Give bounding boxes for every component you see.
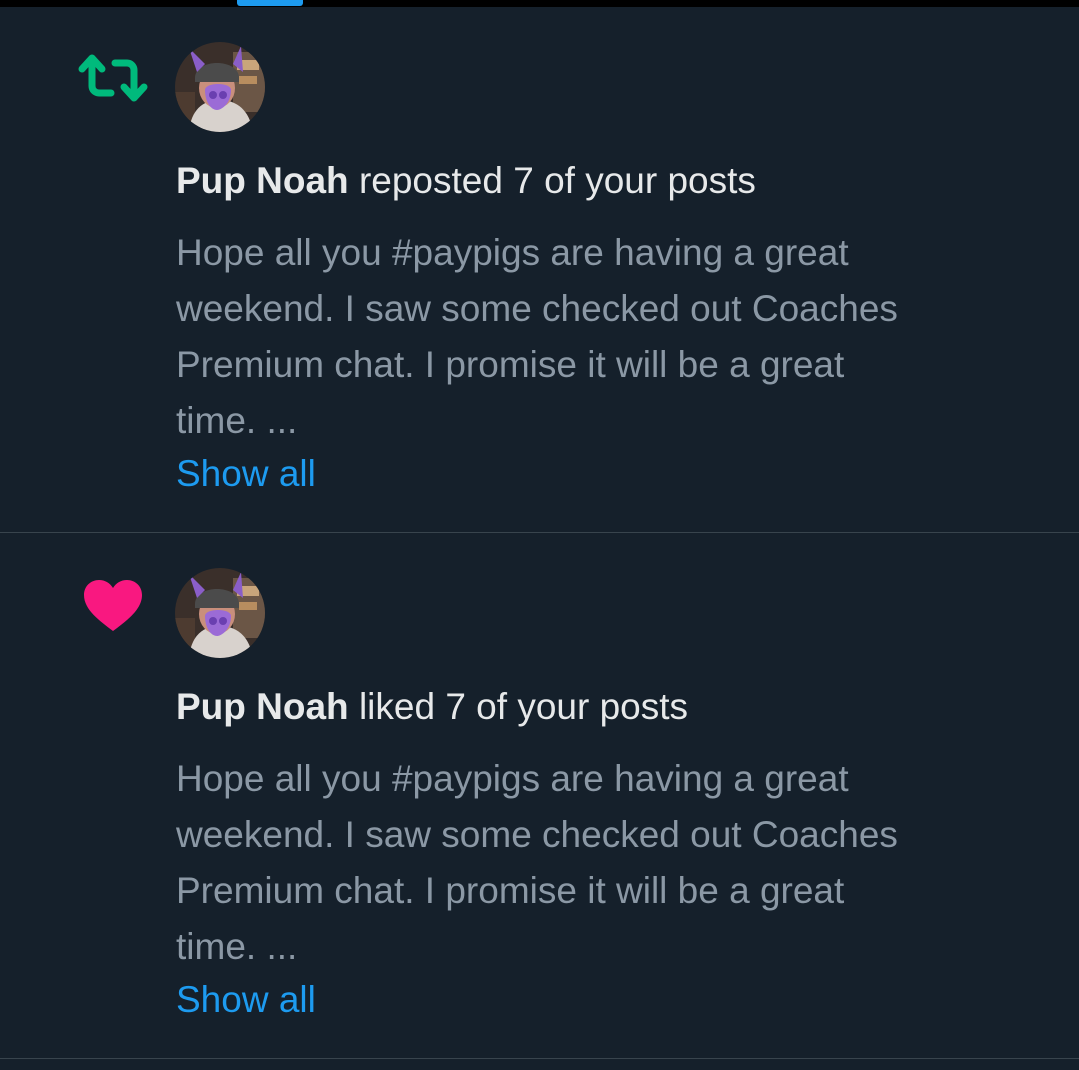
actor-name[interactable]: Pup Noah	[176, 160, 349, 201]
actor-name[interactable]: Pup Noah	[176, 686, 349, 727]
avatar[interactable]	[175, 568, 265, 658]
post-excerpt: Hope all you #paypigs are having a great…	[176, 225, 1036, 449]
notification-headline: Pup Noah liked 7 of your posts	[176, 685, 688, 729]
post-excerpt: Hope all you #paypigs are having a great…	[176, 751, 1036, 975]
excerpt-line: weekend. I saw some checked out Coaches	[176, 288, 898, 329]
repost-icon	[78, 49, 150, 109]
excerpt-line: time. ...	[176, 926, 298, 967]
active-tab-indicator	[237, 0, 303, 6]
show-all-link[interactable]: Show all	[176, 975, 316, 1025]
notification-action: liked 7 of your posts	[358, 686, 689, 727]
show-all-link[interactable]: Show all	[176, 449, 316, 499]
excerpt-line: time. ...	[176, 400, 298, 441]
notification-headline: Pup Noah reposted 7 of your posts	[176, 159, 756, 203]
excerpt-line: Hope all you #paypigs are having a great	[176, 758, 849, 799]
excerpt-line: weekend. I saw some checked out Coaches	[176, 814, 898, 855]
excerpt-line: Premium chat. I promise it will be a gre…	[176, 870, 845, 911]
excerpt-line: Premium chat. I promise it will be a gre…	[176, 344, 845, 385]
notification-like[interactable]: Pup Noah liked 7 of your posts Hope all …	[0, 533, 1079, 1059]
top-bar	[0, 0, 1079, 7]
notifications-feed: Pup Noah reposted 7 of your posts Hope a…	[0, 7, 1079, 1059]
notification-repost[interactable]: Pup Noah reposted 7 of your posts Hope a…	[0, 7, 1079, 533]
excerpt-line: Hope all you #paypigs are having a great	[176, 232, 849, 273]
avatar[interactable]	[175, 42, 265, 132]
heart-icon	[78, 575, 150, 635]
notification-action: reposted 7 of your posts	[358, 160, 756, 201]
